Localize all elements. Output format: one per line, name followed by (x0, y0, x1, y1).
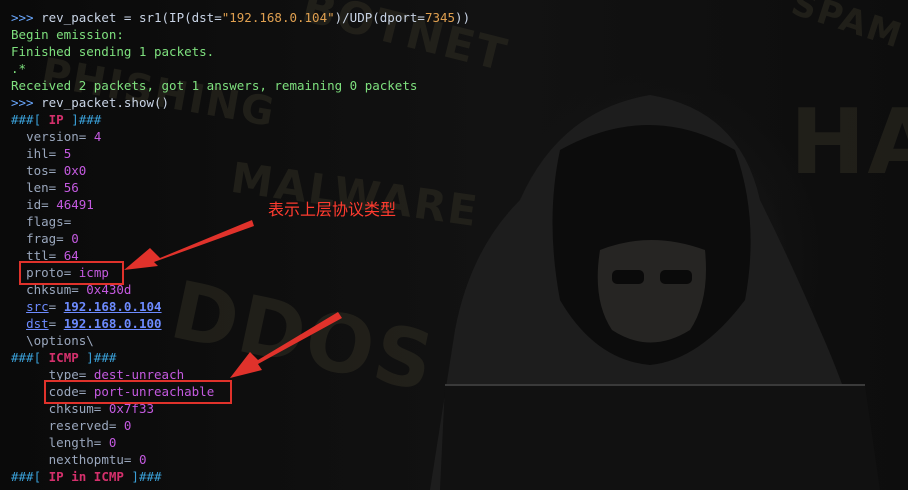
arrow-to-proto (124, 220, 254, 270)
terminal-window[interactable]: BOTNET PHISHING MALWARE DDOS SPAM HA >>>… (0, 0, 908, 490)
arrow-to-code (230, 312, 342, 378)
annotation-arrows (124, 220, 342, 378)
